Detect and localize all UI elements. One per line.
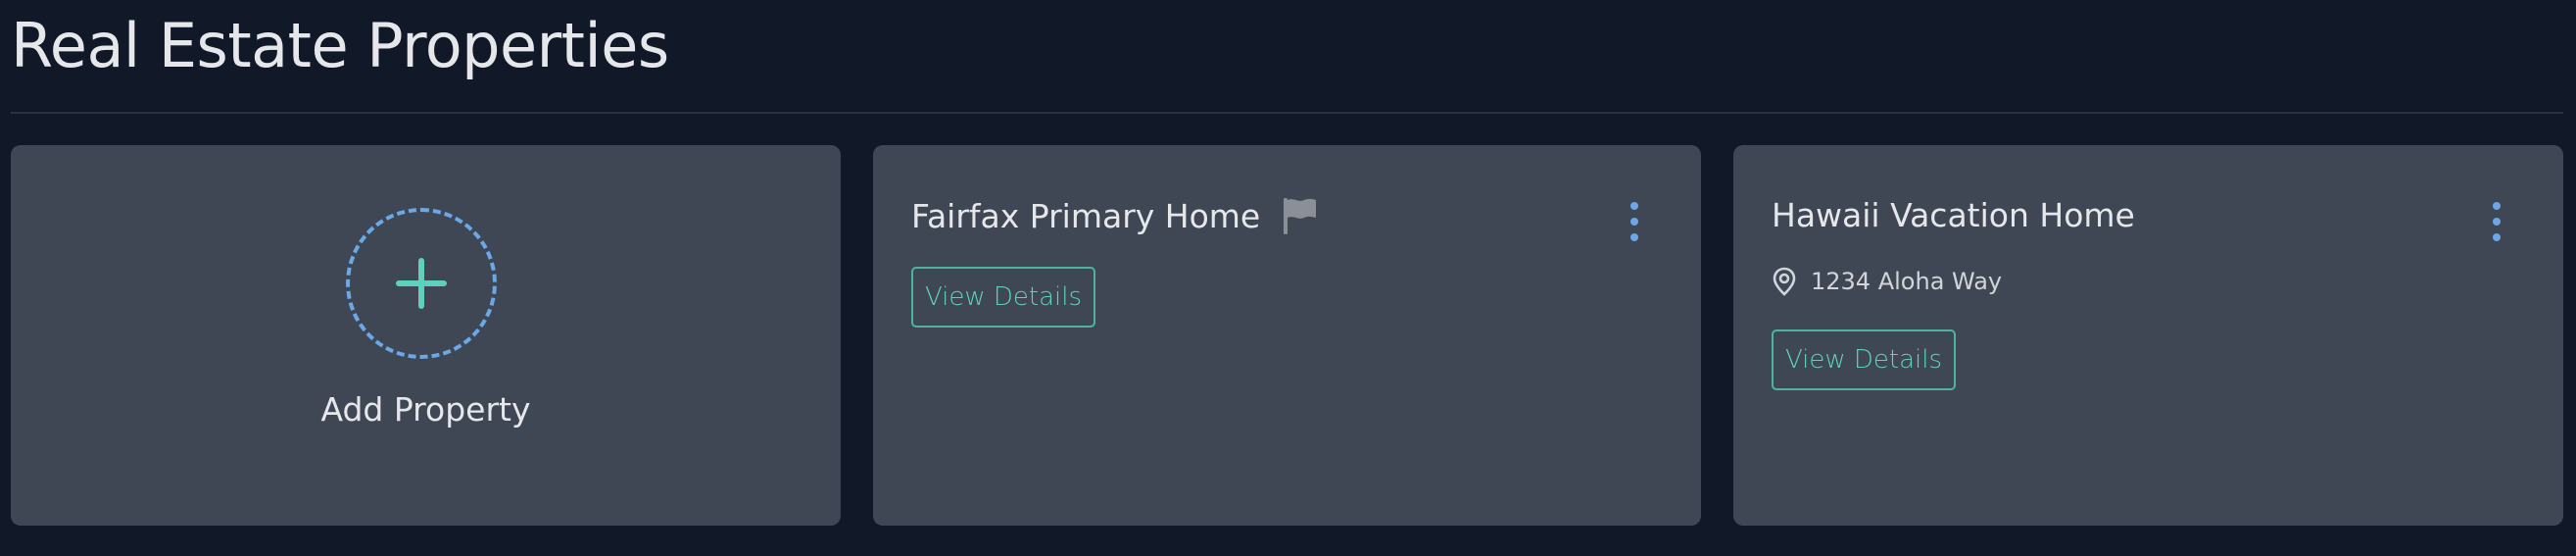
property-name: Fairfax Primary Home — [911, 196, 1261, 235]
add-property-card[interactable]: Add Property — [11, 145, 841, 526]
plus-icon — [396, 258, 447, 309]
more-options-icon[interactable] — [2487, 200, 2506, 243]
property-card: Fairfax Primary Home View Details — [873, 145, 1701, 526]
add-property-label: Add Property — [320, 390, 531, 429]
location-pin-icon — [1773, 267, 1796, 296]
view-details-button[interactable]: View Details — [911, 267, 1095, 328]
properties-page: Real Estate Properties Add Property Fair… — [0, 0, 2576, 556]
page-title: Real Estate Properties — [11, 10, 669, 81]
property-title-row: Fairfax Primary Home — [911, 196, 1319, 235]
property-card: Hawaii Vacation Home 1234 Aloha Way View… — [1733, 145, 2563, 526]
property-address: 1234 Aloha Way — [1772, 267, 2002, 296]
address-text: 1234 Aloha Way — [1811, 268, 2003, 295]
add-property-circle[interactable] — [346, 208, 497, 359]
divider — [11, 112, 2563, 114]
property-name: Hawaii Vacation Home — [1772, 196, 2135, 234]
view-details-button[interactable]: View Details — [1772, 329, 1956, 390]
property-title-row: Hawaii Vacation Home — [1772, 196, 2135, 234]
more-options-icon[interactable] — [1625, 200, 1644, 243]
flag-icon[interactable] — [1282, 196, 1319, 235]
